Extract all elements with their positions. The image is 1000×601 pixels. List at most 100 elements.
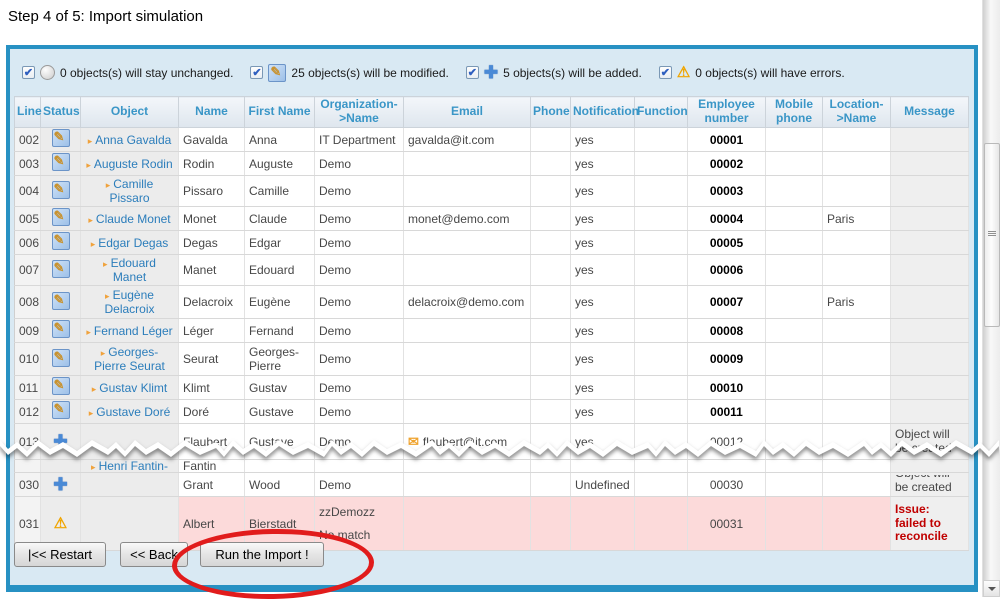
cell-line: 002 <box>15 128 41 152</box>
vertical-scrollbar[interactable] <box>982 0 1000 597</box>
table-row-011: 011✎▸Gustav KlimtKlimtGustavDemoyes00010 <box>15 376 969 400</box>
cell-name: Léger <box>179 319 245 343</box>
cell-organization: Demo <box>315 207 404 231</box>
scrollbar-down-button[interactable] <box>983 580 1000 597</box>
cell-name: Degas <box>179 231 245 255</box>
cell-message <box>891 255 969 286</box>
object-link[interactable]: Eugène Delacroix <box>104 288 154 316</box>
cell-object <box>81 473 179 497</box>
object-link[interactable]: Fernand Léger <box>94 324 173 338</box>
cell-location <box>823 128 891 152</box>
column-header-organization: Organization->Name <box>315 97 404 128</box>
column-header-status: Status <box>41 97 81 128</box>
summary-checkbox-1[interactable]: ✔ <box>250 66 263 79</box>
orange-arrow-icon: ▸ <box>91 239 96 249</box>
object-link[interactable]: Claude Monet <box>96 212 171 226</box>
cell-notification: yes <box>571 152 635 176</box>
object-link[interactable]: Gustav Klimt <box>99 381 167 395</box>
modify-pencil-icon: ✎ <box>52 292 70 310</box>
column-header-function: Function <box>635 97 688 128</box>
column-header-notification: Notification <box>571 97 635 128</box>
object-link[interactable]: Camille Pissaro <box>109 177 153 205</box>
summary-checkbox-3[interactable]: ✔ <box>659 66 672 79</box>
column-header-phone: Phone <box>531 97 571 128</box>
cell-mobile_phone <box>766 376 823 400</box>
cell-email <box>404 319 531 343</box>
scrollbar-grip-icon <box>988 231 996 237</box>
object-link[interactable]: Anna Gavalda <box>95 133 171 147</box>
object-link[interactable]: Gustave Doré <box>96 405 170 419</box>
summary-checkbox-2[interactable]: ✔ <box>466 66 479 79</box>
cell-mobile_phone <box>766 286 823 319</box>
column-header-mobile_phone: Mobile phone <box>766 97 823 128</box>
scrollbar-thumb[interactable] <box>984 143 1000 327</box>
column-header-name: Name <box>179 97 245 128</box>
cell-object: ▸Edgar Degas <box>81 231 179 255</box>
cell-object: ▸Edouard Manet <box>81 255 179 286</box>
cell-organization: Demo <box>315 343 404 376</box>
cell-status: ✎ <box>41 400 81 424</box>
cell-notification: yes <box>571 319 635 343</box>
cell-employee_number: 00009 <box>688 343 766 376</box>
summary-label: 0 objects(s) will stay unchanged. <box>60 66 233 80</box>
cell-function <box>635 376 688 400</box>
cell-name: Pissaro <box>179 176 245 207</box>
cell-first_name: Camille <box>245 176 315 207</box>
cell-employee_number: 00006 <box>688 255 766 286</box>
cell-organization: Demo <box>315 400 404 424</box>
cell-message <box>891 128 969 152</box>
cell-line: 006 <box>15 231 41 255</box>
cell-email <box>404 255 531 286</box>
object-link[interactable]: Auguste Rodin <box>94 157 173 171</box>
object-link[interactable]: Edgar Degas <box>98 236 168 250</box>
cell-line: 005 <box>15 207 41 231</box>
cell-location <box>823 255 891 286</box>
cell-email: monet@demo.com <box>404 207 531 231</box>
restart-button[interactable]: |<< Restart <box>14 542 106 567</box>
cell-message <box>891 207 969 231</box>
cell-function <box>635 473 688 497</box>
summary-bar: ✔0 objects(s) will stay unchanged.✔✎25 o… <box>10 49 974 96</box>
cell-first_name: Gustav <box>245 376 315 400</box>
column-header-object: Object <box>81 97 179 128</box>
table-row-007: 007✎▸Edouard ManetManetEdouardDemoyes000… <box>15 255 969 286</box>
cell-employee_number: 00003 <box>688 176 766 207</box>
orange-arrow-icon: ▸ <box>92 384 97 394</box>
cell-location <box>823 400 891 424</box>
orange-arrow-icon: ▸ <box>89 408 94 418</box>
cell-organization: IT Department <box>315 128 404 152</box>
cell-phone <box>531 376 571 400</box>
cell-phone <box>531 207 571 231</box>
object-link[interactable]: Edouard Manet <box>111 256 156 284</box>
table-row-030: 030✚GrantWoodDemoUndefined00030Object wi… <box>15 473 969 497</box>
cell-mobile_phone <box>766 128 823 152</box>
cell-employee_number: 00011 <box>688 400 766 424</box>
table-row-006: 006✎▸Edgar DegasDegasEdgarDemoyes00005 <box>15 231 969 255</box>
cell-phone <box>531 400 571 424</box>
cell-first_name: Anna <box>245 128 315 152</box>
cell-email <box>404 176 531 207</box>
cell-object: ▸Georges-Pierre Seurat <box>81 343 179 376</box>
cell-location <box>823 343 891 376</box>
summary-checkbox-0[interactable]: ✔ <box>22 66 35 79</box>
cell-function <box>635 152 688 176</box>
chevron-down-icon <box>988 587 996 591</box>
cell-message <box>891 176 969 207</box>
table-row-003: 003✎▸Auguste RodinRodinAugusteDemoyes000… <box>15 152 969 176</box>
cell-notification: yes <box>571 128 635 152</box>
cell-status: ✎ <box>41 152 81 176</box>
table-row-004: 004✎▸Camille PissaroPissaroCamilleDemoye… <box>15 176 969 207</box>
cell-line: 012 <box>15 400 41 424</box>
cell-first_name: Eugène <box>245 286 315 319</box>
cell-status: ✎ <box>41 319 81 343</box>
cell-email <box>404 400 531 424</box>
table-row-002: 002✎▸Anna GavaldaGavaldaAnnaIT Departmen… <box>15 128 969 152</box>
modify-pencil-icon: ✎ <box>268 64 286 82</box>
cell-location: Paris <box>823 286 891 319</box>
cell-location <box>823 176 891 207</box>
table-row-009: 009✎▸Fernand LégerLégerFernandDemoyes000… <box>15 319 969 343</box>
cell-first_name: Wood <box>245 473 315 497</box>
orange-arrow-icon: ▸ <box>86 160 91 170</box>
cell-first_name: Claude <box>245 207 315 231</box>
modify-pencil-icon: ✎ <box>52 377 70 395</box>
